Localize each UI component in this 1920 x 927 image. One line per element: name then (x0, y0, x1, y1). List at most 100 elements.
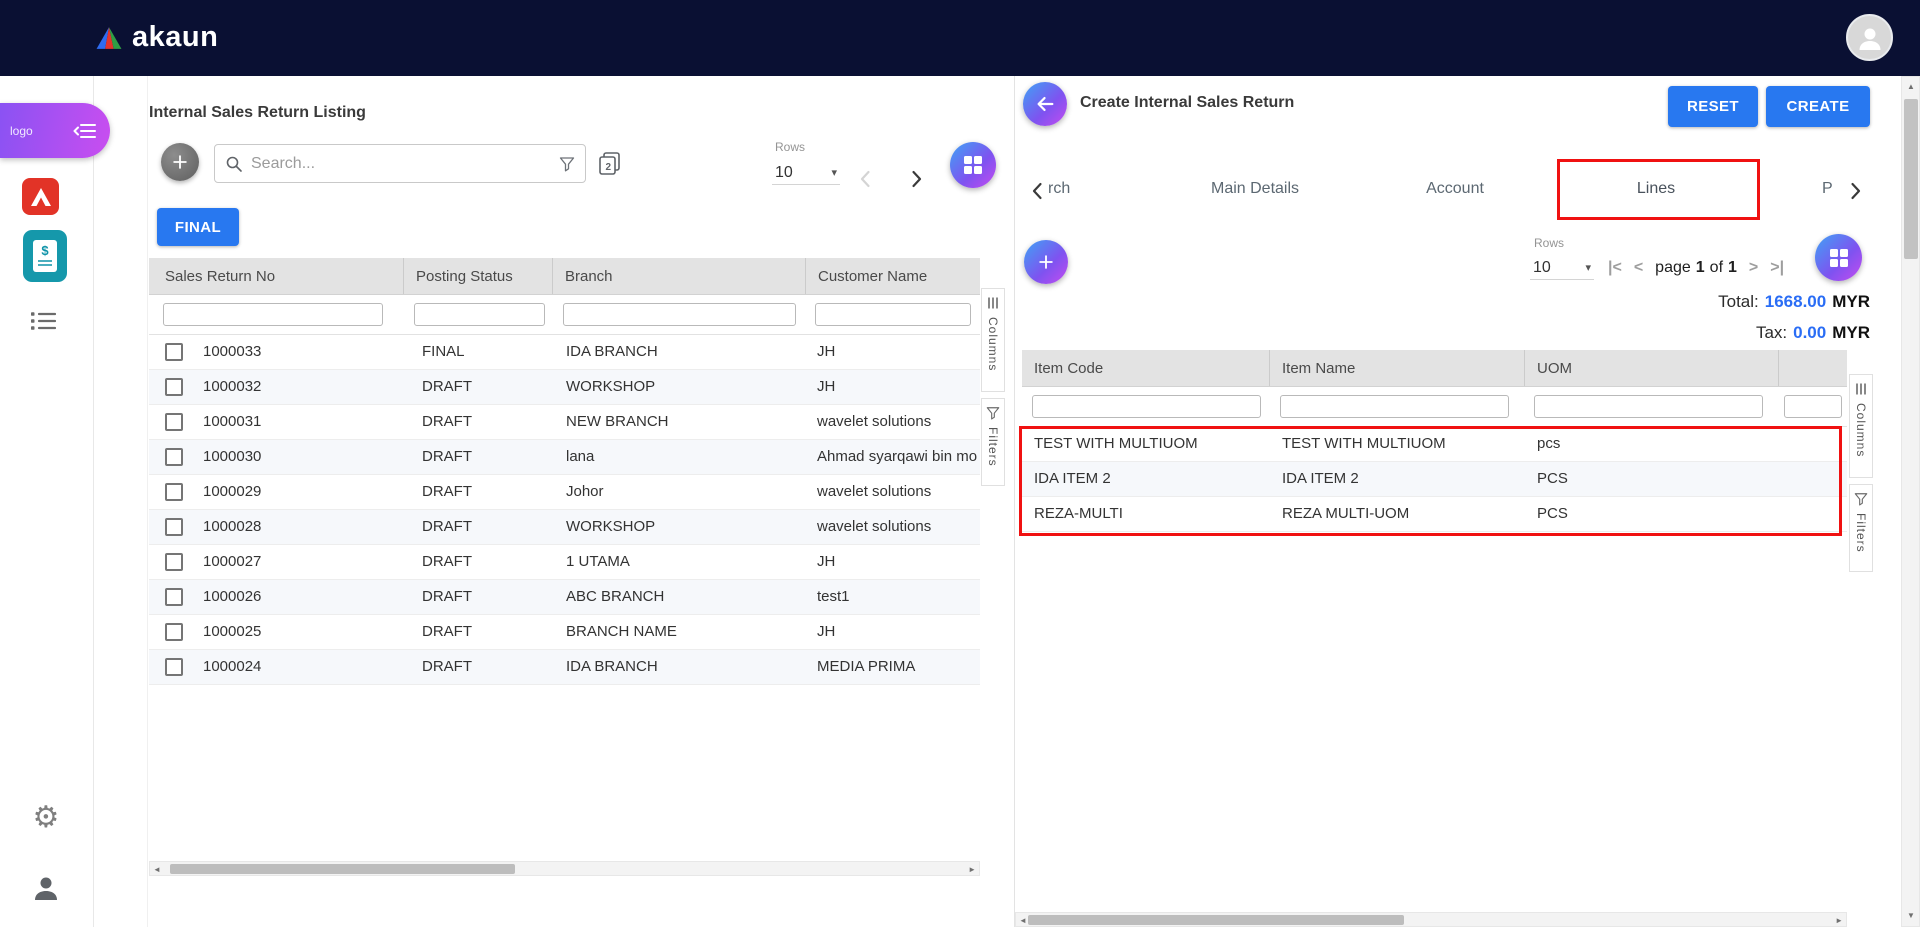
table-row[interactable]: 1000027 DRAFT 1 UTAMA JH (149, 545, 980, 580)
table-row[interactable]: REZA-MULTI REZA MULTI-UOM PCS (1022, 497, 1847, 532)
row-checkbox[interactable] (165, 658, 183, 676)
last-page-button[interactable]: >| (1770, 259, 1784, 277)
sidebar-logo-toggle[interactable]: logo (0, 103, 110, 158)
table-row[interactable]: TEST WITH MULTIUOM TEST WITH MULTIUOM pc… (1022, 427, 1847, 462)
table-row[interactable]: IDA ITEM 2 IDA ITEM 2 PCS (1022, 462, 1847, 497)
columns-side-tab[interactable]: Columns (981, 288, 1005, 392)
column-header-customer-name[interactable]: Customer Name (806, 258, 980, 294)
vertical-scrollbar[interactable]: ▲ ▼ (1901, 76, 1920, 927)
cell-customer-name: MEDIA PRIMA (817, 650, 977, 684)
sidebar-item-billing-app[interactable]: $ (23, 230, 67, 282)
row-checkbox[interactable] (165, 483, 183, 501)
create-button[interactable]: CREATE (1766, 86, 1870, 127)
tabs-scroll-right-button[interactable] (1843, 179, 1867, 203)
scroll-up-arrow[interactable]: ▲ (1907, 82, 1915, 92)
sidebar-settings-button[interactable]: ⚙ (30, 802, 62, 834)
search-filter-icon[interactable] (559, 156, 575, 172)
search-input[interactable] (251, 155, 551, 173)
filter-input-branch[interactable] (563, 303, 796, 326)
reset-button[interactable]: RESET (1668, 86, 1758, 127)
table-row[interactable]: 1000031 DRAFT NEW BRANCH wavelet solutio… (149, 405, 980, 440)
scroll-down-arrow[interactable]: ▼ (1907, 911, 1915, 921)
cell-posting-status: DRAFT (422, 580, 472, 614)
filter-input-partial[interactable] (1784, 395, 1842, 418)
first-page-button[interactable]: |< (1608, 259, 1622, 277)
scrollbar-thumb[interactable] (1028, 915, 1404, 925)
rows-per-page-select[interactable]: 10 ▾ (772, 161, 840, 185)
column-header-item-code[interactable]: Item Code (1022, 350, 1270, 386)
next-page-button[interactable] (904, 167, 928, 191)
column-header-sales-return-no[interactable]: Sales Return No (149, 258, 404, 294)
prev-page-button[interactable]: < (1634, 259, 1643, 277)
column-header-posting-status[interactable]: Posting Status (404, 258, 553, 294)
row-checkbox[interactable] (165, 553, 183, 571)
tab-main-details[interactable]: Main Details (1180, 180, 1330, 198)
scroll-left-arrow[interactable]: ◄ (153, 865, 161, 875)
row-checkbox[interactable] (165, 623, 183, 641)
sidebar-item-red-app[interactable] (22, 178, 59, 215)
cell-sales-return-no: 1000031 (203, 405, 261, 439)
table-row[interactable]: 1000033 FINAL IDA BRANCH JH (149, 335, 980, 370)
brand-logo[interactable]: akaun (95, 21, 218, 54)
filter-input-item-name[interactable] (1280, 395, 1509, 418)
user-avatar[interactable] (1846, 14, 1893, 61)
filter-input-posting-status[interactable] (414, 303, 545, 326)
scroll-right-arrow[interactable]: ► (1835, 916, 1843, 926)
row-checkbox[interactable] (165, 448, 183, 466)
columns-side-tab[interactable]: Columns (1849, 374, 1873, 478)
prev-page-button[interactable] (854, 167, 878, 191)
column-header-branch[interactable]: Branch (553, 258, 806, 294)
row-checkbox[interactable] (165, 588, 183, 606)
person-icon (1855, 23, 1885, 53)
filters-side-tab[interactable]: Filters (981, 398, 1005, 486)
tab-search-partial[interactable]: rch (1048, 180, 1070, 198)
scrollbar-thumb[interactable] (1904, 99, 1918, 259)
rows-per-page-select[interactable]: 10 ▾ (1530, 256, 1594, 280)
filters-side-tab[interactable]: Filters (1849, 484, 1873, 572)
tab-partial-right[interactable]: P (1822, 180, 1833, 198)
column-header-uom[interactable]: UOM (1525, 350, 1779, 386)
row-checkbox[interactable] (165, 518, 183, 536)
column-header-partial[interactable] (1779, 350, 1847, 386)
table-row[interactable]: 1000026 DRAFT ABC BRANCH test1 (149, 580, 980, 615)
row-checkbox[interactable] (165, 378, 183, 396)
cell-sales-return-no: 1000029 (203, 475, 261, 509)
row-checkbox[interactable] (165, 343, 183, 361)
list-icon (30, 310, 56, 332)
next-page-button[interactable]: > (1749, 259, 1758, 277)
add-line-item-button[interactable] (1024, 240, 1068, 284)
tabs-scroll-left-button[interactable] (1026, 179, 1050, 203)
final-filter-button[interactable]: FINAL (157, 208, 239, 246)
add-sales-return-button[interactable] (161, 143, 199, 181)
horizontal-scrollbar-left[interactable]: ◄ ► (149, 861, 980, 876)
table-row[interactable]: 1000028 DRAFT WORKSHOP wavelet solutions (149, 510, 980, 545)
cell-item-code: IDA ITEM 2 (1034, 462, 1111, 496)
tab-lines[interactable]: Lines (1596, 180, 1716, 198)
filter-input-item-code[interactable] (1032, 395, 1261, 418)
grid-view-button[interactable] (1815, 234, 1862, 281)
horizontal-scrollbar-right[interactable]: ◄ ► (1015, 912, 1847, 927)
scroll-left-arrow[interactable]: ◄ (1019, 916, 1027, 926)
filter-input-customer-name[interactable] (815, 303, 971, 326)
back-button[interactable] (1023, 82, 1067, 126)
tab-account[interactable]: Account (1395, 180, 1515, 198)
filter-input-sales-return-no[interactable] (163, 303, 383, 326)
scrollbar-thumb[interactable] (170, 864, 515, 874)
sidebar-profile-button[interactable] (30, 872, 62, 904)
filter-input-uom[interactable] (1534, 395, 1763, 418)
scroll-right-arrow[interactable]: ► (968, 865, 976, 875)
table-row[interactable]: 1000032 DRAFT WORKSHOP JH (149, 370, 980, 405)
table-row[interactable]: 1000029 DRAFT Johor wavelet solutions (149, 475, 980, 510)
table-row[interactable]: 1000025 DRAFT BRANCH NAME JH (149, 615, 980, 650)
table-row[interactable]: 1000024 DRAFT IDA BRANCH MEDIA PRIMA (149, 650, 980, 685)
line-items-table-header: Item Code Item Name UOM (1022, 350, 1847, 387)
table-row[interactable]: 1000030 DRAFT lana Ahmad syarqawi bin mo… (149, 440, 980, 475)
row-checkbox[interactable] (165, 413, 183, 431)
right-panel-title: Create Internal Sales Return (1080, 94, 1294, 112)
sidebar-item-listing[interactable] (29, 310, 57, 332)
column-header-item-name[interactable]: Item Name (1270, 350, 1525, 386)
grid-view-button[interactable] (950, 142, 996, 188)
duplicate-pages-button[interactable]: 2 (596, 150, 623, 177)
columns-tab-label: Columns (987, 317, 999, 371)
svg-text:2: 2 (606, 162, 612, 173)
